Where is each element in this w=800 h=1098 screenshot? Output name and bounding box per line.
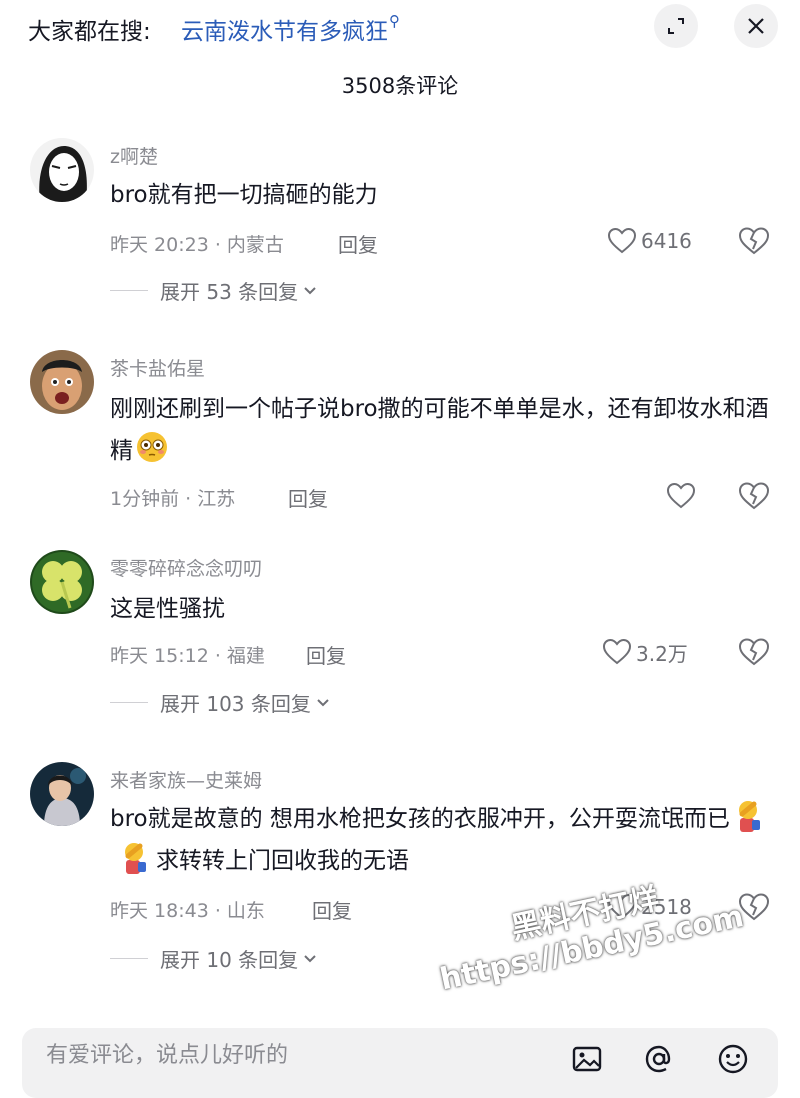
broken-heart-icon: [738, 227, 770, 255]
heart-icon: [607, 227, 637, 254]
comment-author[interactable]: z啊楚: [110, 142, 158, 169]
avatar[interactable]: [30, 138, 94, 202]
chevron-down-icon: [304, 286, 316, 294]
search-topic-link[interactable]: 云南泼水节有多疯狂⚲: [181, 12, 400, 46]
divider-line: [110, 958, 148, 959]
heart-icon: [666, 482, 696, 509]
comment-text: 刚刚还刷到一个帖子说bro撒的可能不单单是水，还有卸妆水和酒精: [110, 388, 770, 472]
broken-heart-icon: [738, 638, 770, 666]
watermark: 黑料不打烊 https://bbdy5.com: [430, 866, 747, 998]
facepalm-emoji: [738, 801, 760, 832]
chevron-down-icon: [304, 954, 316, 962]
like-button[interactable]: 3.2万: [602, 637, 688, 667]
comment-author[interactable]: 茶卡盐佑星: [110, 354, 205, 381]
like-button[interactable]: [666, 481, 700, 511]
close-icon: [748, 18, 764, 34]
avatar[interactable]: [30, 350, 94, 414]
like-count: 6416: [641, 229, 692, 253]
expand-replies-label: 展开 53 条回复: [160, 280, 299, 304]
fullscreen-icon: [668, 18, 684, 34]
expand-replies-label: 展开 10 条回复: [160, 948, 299, 972]
like-button[interactable]: 6416: [607, 226, 692, 256]
search-icon: ⚲: [389, 12, 400, 30]
search-prefix: 大家都在搜:: [28, 19, 151, 45]
comment-author[interactable]: 来者家族—史莱姆: [110, 766, 262, 793]
fullscreen-button[interactable]: [654, 4, 698, 48]
comment-meta: 昨天 15:12 · 福建: [110, 645, 265, 667]
comment-text: 这是性骚扰: [110, 596, 225, 622]
dislike-button[interactable]: [738, 481, 770, 511]
expand-replies-button[interactable]: 展开 53 条回复: [110, 276, 318, 305]
comment-text: bro就有把一切搞砸的能力: [110, 182, 378, 208]
reply-button[interactable]: 回复: [306, 640, 346, 669]
reply-button[interactable]: 回复: [312, 895, 352, 924]
divider-line: [110, 702, 148, 703]
comment-meta: 昨天 20:23 · 内蒙古: [110, 234, 284, 256]
heart-icon: [602, 638, 632, 665]
top-search-bar: 大家都在搜: 云南泼水节有多疯狂⚲: [0, 0, 800, 56]
comment-input[interactable]: [44, 1042, 528, 1069]
mention-icon[interactable]: [642, 1042, 676, 1076]
emoji-icon[interactable]: [716, 1042, 750, 1076]
expand-replies-label: 展开 103 条回复: [160, 692, 311, 716]
dislike-button[interactable]: [738, 637, 770, 667]
reply-button[interactable]: 回复: [288, 483, 328, 512]
expand-replies-button[interactable]: 展开 10 条回复: [110, 944, 318, 973]
broken-heart-icon: [738, 482, 770, 510]
comment-text: bro就是故意的 想用水枪把女孩的衣服冲开，公开耍流氓而已求转转上门回收我的无语: [110, 798, 770, 882]
close-button[interactable]: [734, 4, 778, 48]
avatar[interactable]: [30, 762, 94, 826]
comment-text-body: 刚刚还刷到一个帖子说bro撒的可能不单单是水，还有卸妆水和酒精: [110, 396, 769, 464]
like-count: 3.2万: [636, 641, 688, 666]
reply-button[interactable]: 回复: [338, 229, 378, 258]
avatar[interactable]: [30, 550, 94, 614]
facepalm-emoji: [125, 843, 146, 874]
comment-meta: 1分钟前 · 江苏: [110, 488, 236, 510]
comment-count-title: 3508条评论: [341, 74, 459, 98]
comment-author[interactable]: 零零碎碎念念叨叨: [110, 554, 262, 581]
divider-line: [110, 290, 148, 291]
flushed-face-emoji: [137, 432, 167, 462]
dislike-button[interactable]: [738, 226, 770, 256]
chevron-down-icon: [317, 698, 329, 706]
comment-input-bar: [22, 1028, 778, 1098]
expand-replies-button[interactable]: 展开 103 条回复: [110, 688, 331, 717]
comment-text-tail: 求转转上门回收我的无语: [156, 848, 409, 874]
comment-text-body: bro就是故意的 想用水枪把女孩的衣服冲开，公开耍流氓而已: [110, 806, 730, 832]
image-icon[interactable]: [570, 1042, 604, 1076]
comment-meta: 昨天 18:43 · 山东: [110, 900, 265, 922]
